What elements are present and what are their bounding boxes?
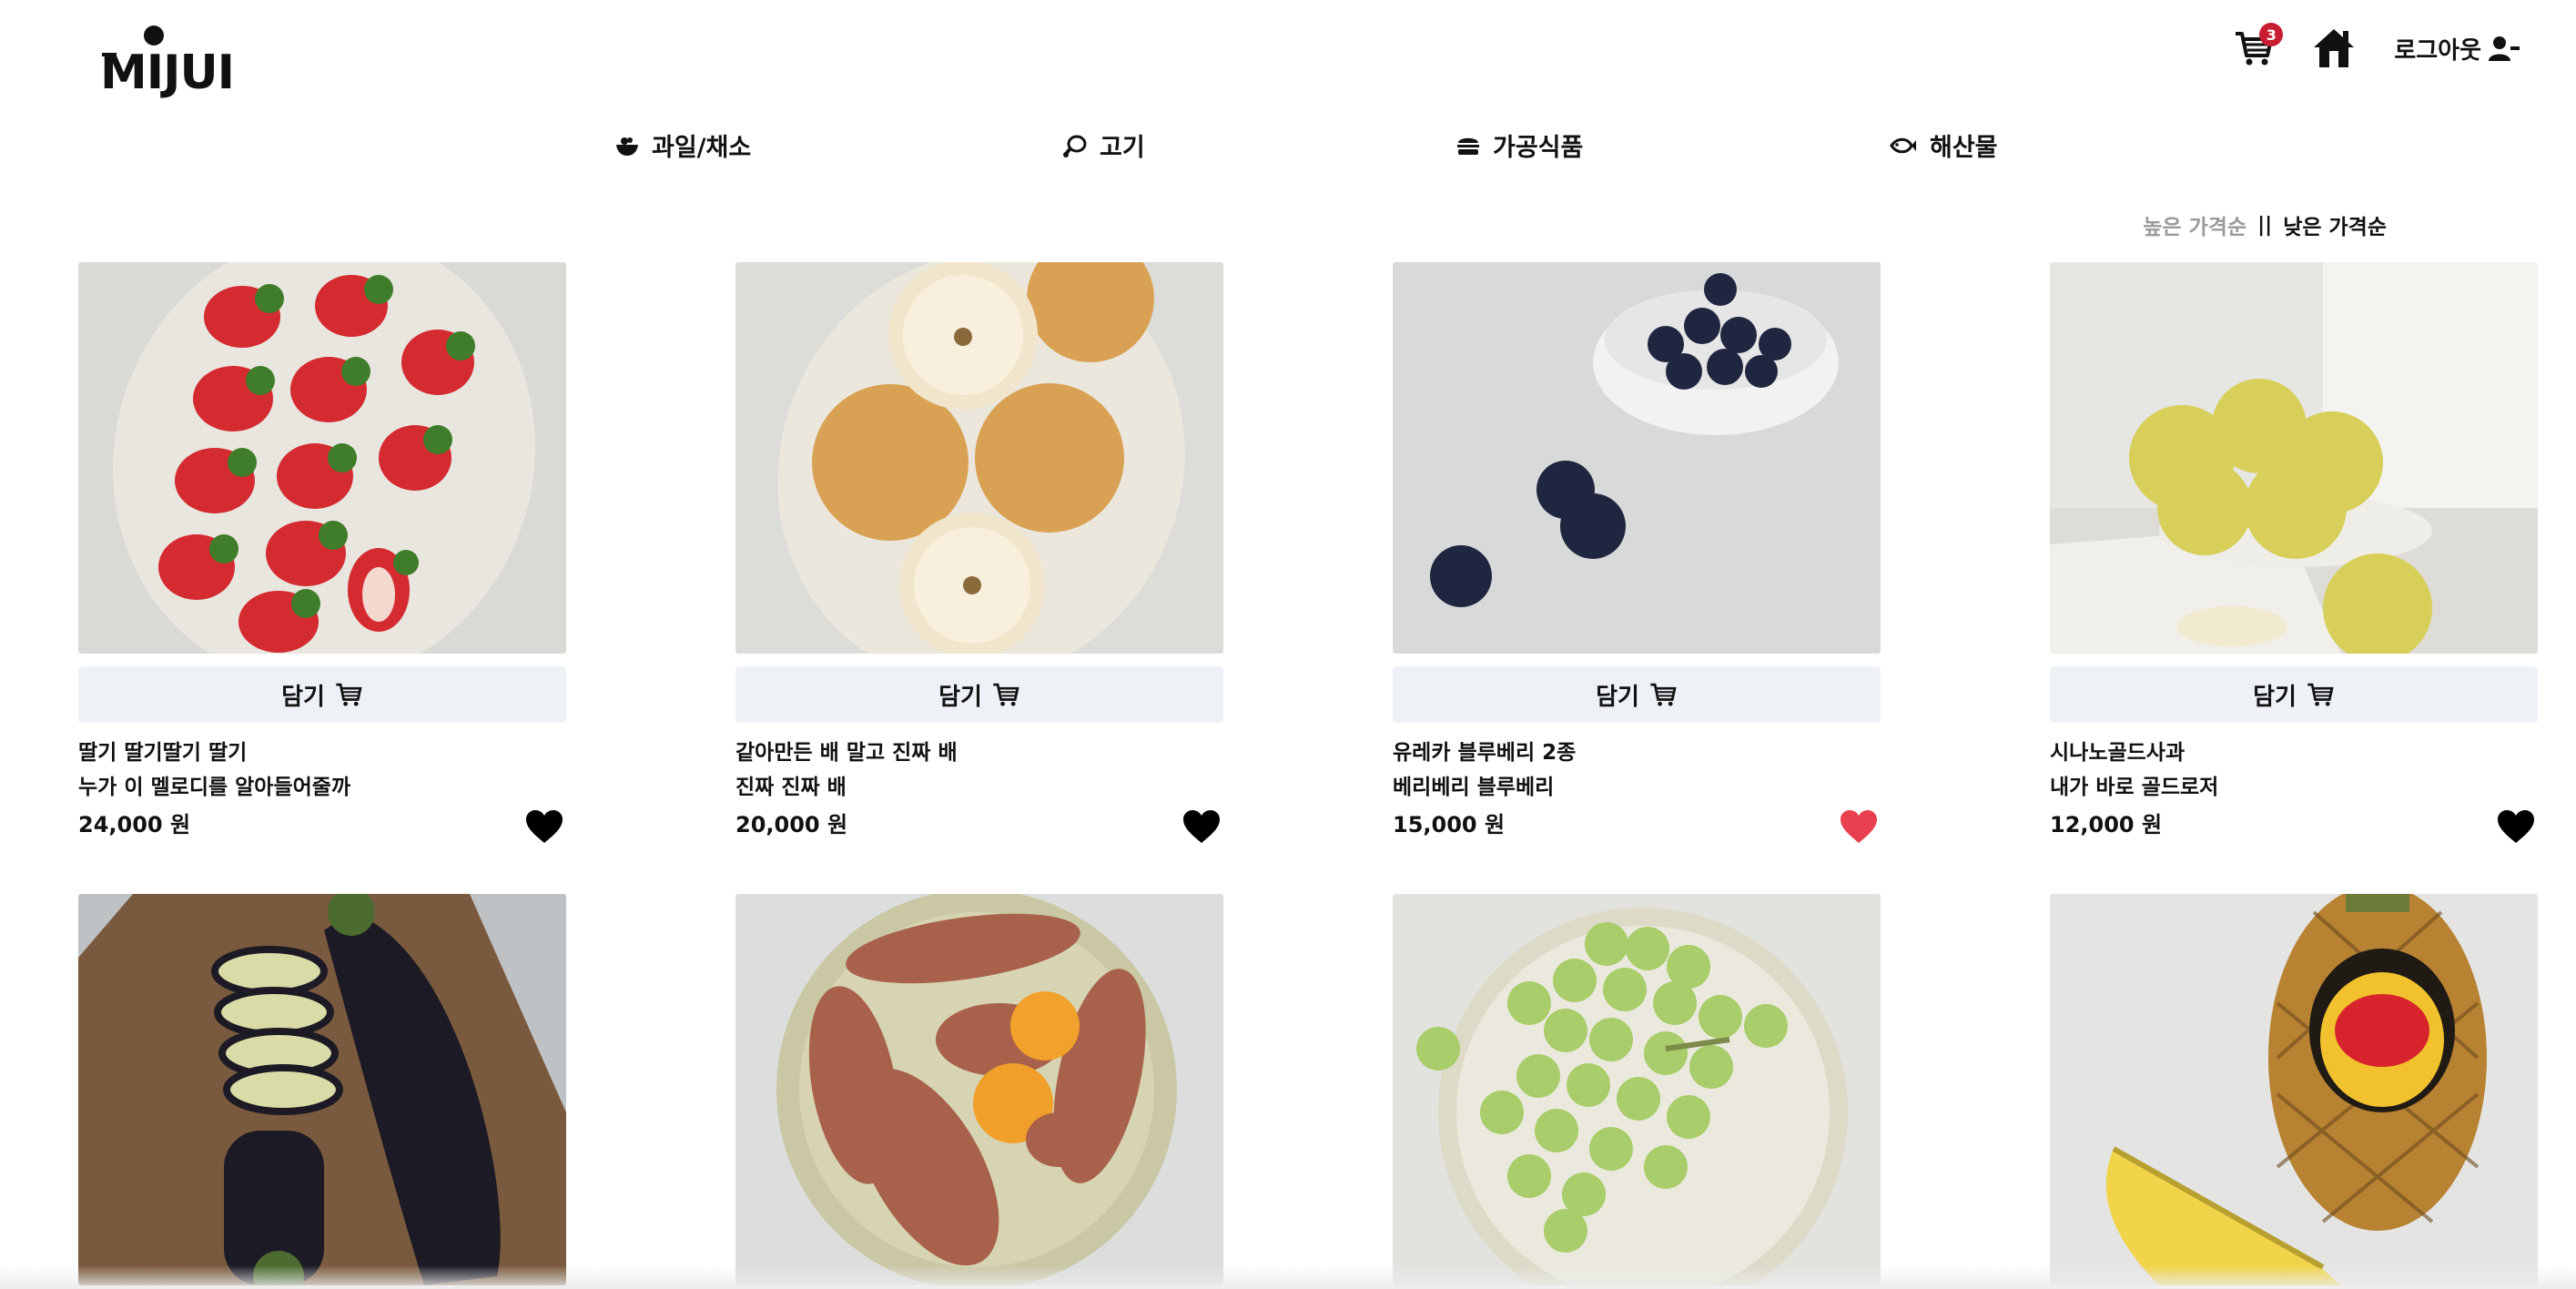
product-image-sweet-potato[interactable] [735,894,1223,1285]
cart-icon [1650,683,1677,706]
add-to-cart-button[interactable]: 담기 [78,666,566,723]
logout-button[interactable]: 로그아웃 [2394,32,2520,66]
product-price: 15,000 원 [1393,812,1506,837]
burger-icon [1457,137,1479,155]
product-card [735,894,1223,1285]
product-image-apple[interactable] [2050,262,2538,654]
add-to-cart-label: 담기 [938,683,982,711]
fish-icon [1890,137,1916,153]
product-price: 20,000 원 [735,812,848,837]
like-heart-icon[interactable] [1839,808,1879,845]
add-to-cart-label: 담기 [281,683,325,711]
product-info: 딸기 딸기딸기 딸기 누가 이 멜로디를 알아들어줄까 24,000 원 [78,736,566,845]
cart-icon [993,683,1019,706]
like-heart-icon[interactable] [1182,808,1222,845]
like-heart-icon[interactable] [2496,808,2536,845]
category-label: 가공식품 [1493,134,1584,162]
cart-count-badge: 3 [2259,23,2284,46]
product-card [2050,894,2538,1285]
product-price: 12,000 원 [2050,812,2163,837]
category-fruit-vegetable[interactable]: 과일/채소 [615,127,751,163]
product-subtitle: 베리베리 블루베리 [1393,776,1555,799]
cart-icon [2307,683,2334,706]
category-label: 과일/채소 [652,134,752,162]
home-icon[interactable] [2312,27,2356,69]
category-processed[interactable]: 가공식품 [1456,127,1583,163]
product-subtitle: 내가 바로 골드로저 [2050,776,2219,799]
sort-separator: || [2257,213,2273,237]
product-subtitle: 진짜 진짜 배 [735,776,847,799]
logout-label: 로그아웃 [2394,36,2481,65]
product-image-pear[interactable] [735,262,1223,654]
header-utilities: 3 로그아웃 [2234,23,2520,69]
product-image-pineapple[interactable] [2050,894,2538,1285]
meat-icon [1063,135,1087,157]
product-card: 담기 딸기 딸기딸기 딸기 누가 이 멜로디를 알아들어줄까 24,000 원 [78,262,566,845]
brand-logo[interactable]: MIJUI [100,25,235,104]
product-title: 유레카 블루베리 2종 [1393,741,1577,765]
category-nav: 과일/채소 고기 가공식품 해산물 [0,127,2576,164]
sort-controls: 높은 가격순 || 낮은 가격순 [2143,209,2387,240]
product-card: 담기 시나노골드사과 내가 바로 골드로저 12,000 원 [2050,262,2538,845]
product-info: 시나노골드사과 내가 바로 골드로저 12,000 원 [2050,736,2538,845]
product-card: 담기 같아만든 배 말고 진짜 배 진짜 진짜 배 20,000 원 [735,262,1223,845]
category-meat[interactable]: 고기 [1063,127,1145,163]
category-label: 해산물 [1930,134,1998,162]
product-card: 담기 유레카 블루베리 2종 베리베리 블루베리 15,000 원 [1393,262,1881,845]
fruit-bowl-icon [616,137,638,156]
product-title: 같아만든 배 말고 진짜 배 [735,741,958,765]
category-label: 고기 [1100,134,1145,162]
product-subtitle: 누가 이 멜로디를 알아들어줄까 [78,776,351,799]
add-to-cart-button[interactable]: 담기 [735,666,1223,723]
like-heart-icon[interactable] [524,808,564,845]
sort-high-price[interactable]: 높은 가격순 [2143,209,2246,240]
product-title: 딸기 딸기딸기 딸기 [78,741,248,765]
product-image-eggplant[interactable] [78,894,566,1285]
product-image-blueberry[interactable] [1393,262,1881,654]
user-minus-icon [2489,36,2520,61]
bottom-scroll-fade [0,1265,2576,1289]
product-info: 유레카 블루베리 2종 베리베리 블루베리 15,000 원 [1393,736,1881,845]
product-info: 같아만든 배 말고 진짜 배 진짜 진짜 배 20,000 원 [735,736,1223,845]
logo-text: MIJUI [100,46,235,100]
product-image-grape[interactable] [1393,894,1881,1285]
cart-button[interactable]: 3 [2234,23,2284,68]
product-price: 24,000 원 [78,812,191,837]
product-card [78,894,566,1285]
add-to-cart-label: 담기 [1596,683,1639,711]
add-to-cart-label: 담기 [2253,683,2297,711]
add-to-cart-button[interactable]: 담기 [1393,666,1881,723]
add-to-cart-button[interactable]: 담기 [2050,666,2538,723]
category-seafood[interactable]: 해산물 [1890,127,1998,163]
product-image-strawberry[interactable] [78,262,566,654]
sort-low-price[interactable]: 낮은 가격순 [2283,209,2387,240]
logo-dot [144,25,164,46]
product-title: 시나노골드사과 [2050,741,2186,765]
product-card [1393,894,1881,1285]
cart-icon [336,683,362,706]
